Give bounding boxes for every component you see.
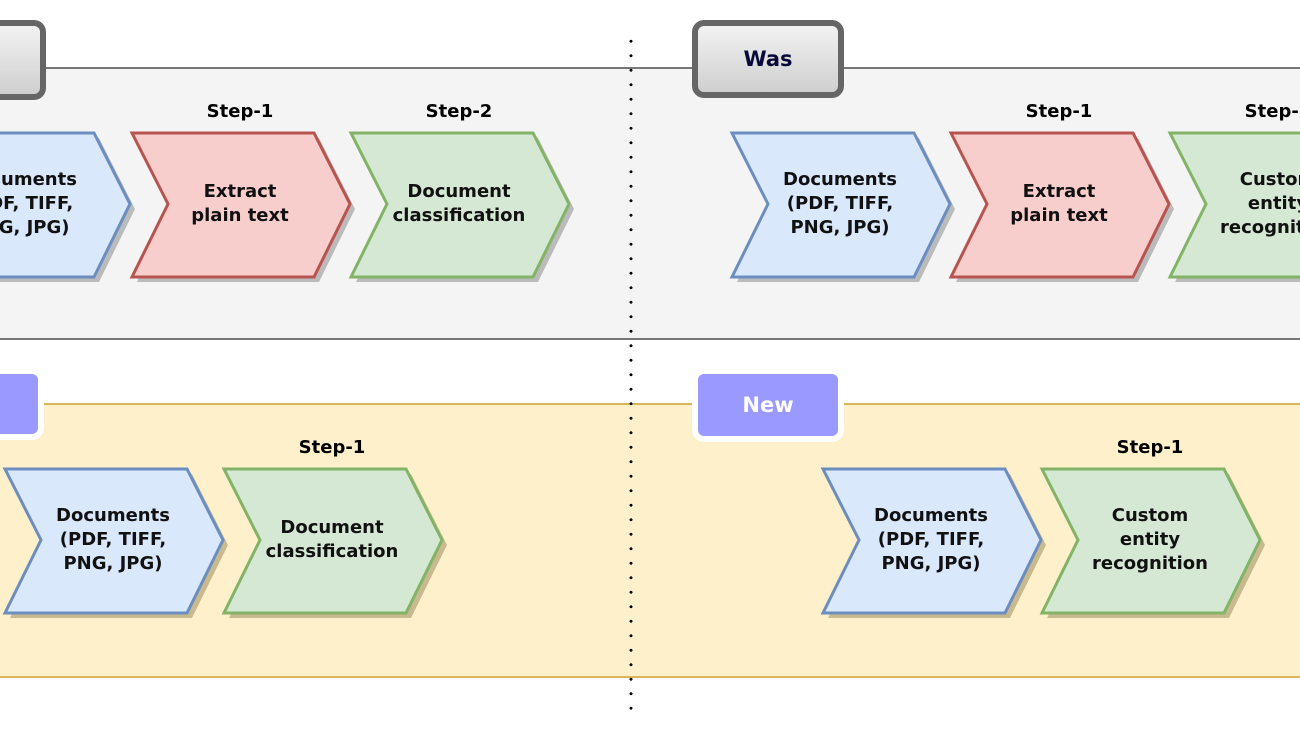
right-was-step-label: Step-2	[1244, 101, 1300, 122]
left-was-step-label: Step-1	[206, 101, 274, 122]
left-new-documents-chevron	[2, 467, 228, 618]
right-was-extract-chevron	[948, 131, 1174, 282]
left-was-documents-chevron	[0, 131, 135, 282]
right-new-step-label: Step-1	[1116, 437, 1184, 458]
right-new-documents-chevron	[820, 467, 1046, 618]
left-new-step-label: Step-1	[298, 437, 366, 458]
left-was-tag	[0, 20, 46, 100]
left-was-step-label: Step-2	[425, 101, 493, 122]
right-new-tag: New	[692, 368, 844, 442]
right-was-documents-chevron	[729, 131, 955, 282]
right-was-tag-label: Was	[743, 47, 793, 71]
left-was-ml-chevron	[348, 131, 574, 282]
right-new-tag-label: New	[742, 393, 794, 417]
left-was-extract-chevron	[129, 131, 355, 282]
dotted-divider	[629, 34, 633, 714]
left-new-tag	[0, 368, 44, 440]
right-was-tag: Was	[692, 20, 844, 98]
right-new-ml-chevron	[1039, 467, 1265, 618]
right-was-ml-chevron	[1167, 131, 1300, 282]
left-new-ml-chevron	[221, 467, 447, 618]
right-was-step-label: Step-1	[1025, 101, 1093, 122]
